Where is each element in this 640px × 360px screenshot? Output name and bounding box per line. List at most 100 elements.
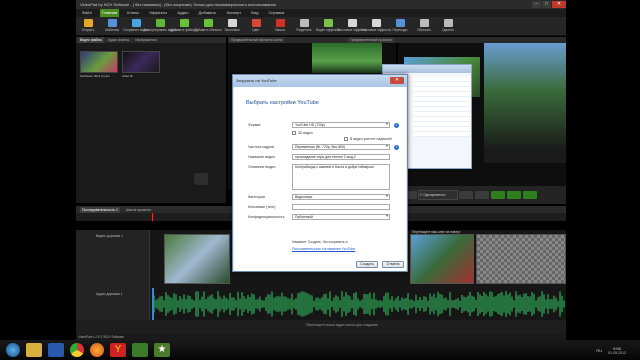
firefox-icon[interactable] xyxy=(90,343,104,357)
media-item[interactable]: SunDown 2011 (1).avi xyxy=(80,51,118,78)
toolbar-button-add-file[interactable]: Добавить файл(ы) xyxy=(170,17,198,36)
toolbar-button-transitions[interactable]: Переходы xyxy=(388,17,412,36)
delete-icon xyxy=(443,18,453,27)
info-icon[interactable]: i xyxy=(394,145,399,150)
green-star-icon[interactable]: ★ xyxy=(154,343,170,357)
clock[interactable]: 9:56 01.05.2012 xyxy=(608,346,626,355)
drop-hint: Перетащите ваши аудио клипы для создания xyxy=(306,323,378,327)
video-effects-icon xyxy=(323,18,333,27)
tags-label: Ключевые (теги) xyxy=(248,205,276,209)
framerate-select[interactable]: Переменная (Вт, 720p, Вес 800) xyxy=(292,144,390,150)
media-thumbnail xyxy=(122,51,160,73)
open-button[interactable] xyxy=(507,191,521,199)
audio-playhead[interactable] xyxy=(152,288,154,320)
format-select[interactable]: YouTube HD (720p) xyxy=(292,122,390,128)
toolbar-button-crop[interactable]: Обрезать xyxy=(412,17,436,36)
toolbar: Открыть Шаблоны Сохранить видео Экспортиров… xyxy=(76,17,566,36)
explorer-titlebar xyxy=(383,65,471,73)
toolbar-button-label: Открыть xyxy=(81,27,95,32)
chrome-icon[interactable] xyxy=(70,343,84,357)
privacy-select[interactable]: Публичный xyxy=(292,214,390,220)
video-title-input[interactable]: прохождение игры для теплее 2 мод-2 xyxy=(292,154,390,160)
3d-video-checkbox[interactable] xyxy=(292,131,296,135)
video-clip[interactable] xyxy=(164,234,230,284)
toolbar-button-delete[interactable]: Удалить xyxy=(436,17,460,36)
export-button[interactable] xyxy=(523,191,537,199)
sync-dropdown[interactable]: С Одновременно xyxy=(418,190,458,200)
drag-hint: Перетащите ваш клип на поверх xyxy=(412,230,461,234)
toolbar-button-text-effects[interactable]: Текстовые эффекты xyxy=(337,17,367,36)
cut-button[interactable] xyxy=(491,191,505,199)
video-clip-placeholder[interactable] xyxy=(476,234,566,284)
tab-sequence-1[interactable]: Последовательность 1 xyxy=(80,206,120,213)
toolbar-button-color[interactable]: Цвет xyxy=(244,17,268,36)
crop-icon xyxy=(419,18,429,27)
terms-link[interactable]: Пользовательское соглашение YouTube xyxy=(292,247,355,251)
title-bar: VideoPad by NCH Software - [ без названи… xyxy=(76,0,566,9)
description-label: Описание видео xyxy=(248,165,276,169)
toolbar-button-label: Заголовок xyxy=(224,27,240,32)
timeline-footer: Перетащите ваши аудио клипы для создания xyxy=(76,320,566,334)
text-effects-icon xyxy=(347,18,357,27)
minimize-button[interactable]: – xyxy=(532,1,541,8)
playhead[interactable] xyxy=(152,213,153,221)
sequence-preview-image-2 xyxy=(484,43,566,163)
category-label: Категория xyxy=(248,195,265,199)
dialog-close-button[interactable]: ✕ xyxy=(390,77,404,84)
yandex-icon[interactable]: Y xyxy=(110,343,126,357)
tags-input[interactable] xyxy=(292,204,390,210)
no-captions-checkbox[interactable] xyxy=(344,137,348,141)
split-icon xyxy=(299,18,309,27)
transport-bar: С Одновременно xyxy=(398,186,566,204)
info-icon[interactable]: i xyxy=(394,123,399,128)
tab-timeline[interactable]: Шкала времени xyxy=(124,207,153,213)
framerate-label: Частота кадров xyxy=(248,145,274,149)
next-frame-button[interactable] xyxy=(475,191,489,199)
add-file-icon xyxy=(179,18,189,27)
media-item[interactable]: video.flv xyxy=(122,51,160,78)
privacy-label: Конфиденциальность xyxy=(248,215,285,219)
explorer-icon[interactable] xyxy=(26,343,42,357)
explorer-file-list xyxy=(413,77,469,137)
close-button[interactable]: ✕ xyxy=(552,1,566,8)
category-select[interactable]: Видеоигры xyxy=(292,194,390,200)
toolbar-button-label: Текстовые эффекты xyxy=(360,27,392,32)
toolbar-button-label: Переходы xyxy=(392,27,408,32)
create-button[interactable]: Создать xyxy=(356,261,378,268)
add-objects-icon xyxy=(203,18,213,27)
prev-frame-button[interactable] xyxy=(459,191,473,199)
toolbar-button-split[interactable]: Разделить xyxy=(292,17,316,36)
toolbar-button-save-video[interactable]: Сохранить видео xyxy=(123,17,149,36)
description-textarea[interactable]: Контрабанда с камнем и Настя в добре гей… xyxy=(292,164,390,190)
start-orb-icon[interactable] xyxy=(6,343,20,357)
youtube-upload-dialog: Загрузить на YouTube ✕ Выбрать настройки… xyxy=(232,74,408,272)
toolbar-button-templates[interactable]: Шаблоны xyxy=(100,17,124,36)
video-title-label: Название видео xyxy=(248,155,276,159)
maximize-button[interactable]: □ xyxy=(542,1,551,8)
toolbar-button-record[interactable]: Запись xyxy=(268,17,292,36)
toolbar-button-open[interactable]: Открыть xyxy=(76,17,100,36)
toolbar-button-title[interactable]: Заголовок xyxy=(220,17,244,36)
video-track-header: Видео дорожка 1 xyxy=(76,230,150,288)
toolbar-button-text-effects-2[interactable]: Текстовые эффекты xyxy=(360,17,392,36)
toolbar-button-label: Обрезать xyxy=(416,27,432,32)
video-clip[interactable] xyxy=(410,234,474,284)
media-icon[interactable] xyxy=(48,343,64,357)
dialog-body: Выбрать настройки YouTube Формат YouTube… xyxy=(234,87,406,271)
toolbar-button-export[interactable]: Экспортировать видео xyxy=(143,17,177,36)
text-effects-2-icon xyxy=(371,18,381,27)
toolbar-button-label: Цвет xyxy=(252,27,260,32)
film-camera-icon xyxy=(194,173,208,185)
audio-waveform[interactable] xyxy=(152,290,566,318)
language-indicator[interactable]: RU xyxy=(596,348,602,353)
toolbar-button-label: Запись xyxy=(274,27,286,32)
open-icon xyxy=(83,18,93,27)
media-thumbnail xyxy=(80,51,118,73)
taskbar: Y ★ RU 9:56 01.05.2012 xyxy=(0,340,640,360)
toolbar-button-video-effects[interactable]: Видео эффекты xyxy=(316,17,340,36)
media-caption: video.flv xyxy=(122,74,134,78)
toolbar-button-add-objects[interactable]: Добавить объекты xyxy=(194,17,222,36)
cancel-button[interactable]: Отмена xyxy=(382,261,404,268)
videopad-icon[interactable] xyxy=(132,343,148,357)
clip-preview-image xyxy=(312,43,382,73)
